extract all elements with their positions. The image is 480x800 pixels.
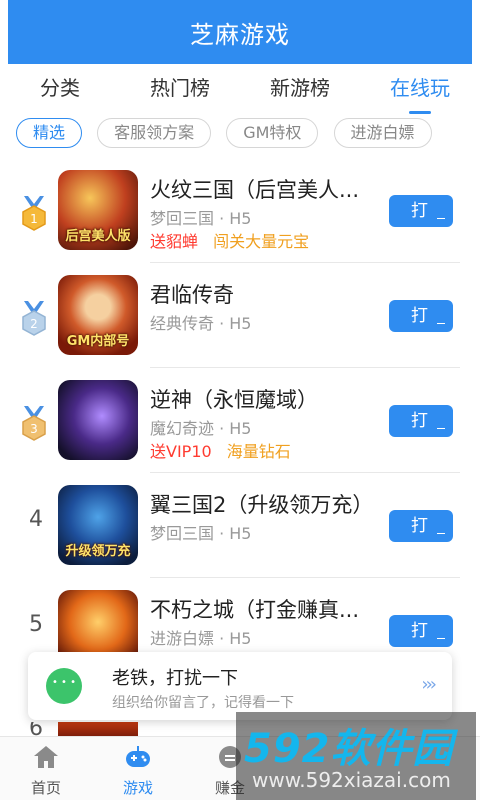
page-title: 芝麻游戏: [190, 20, 290, 49]
chip-service-plan[interactable]: 客服领方案: [97, 118, 212, 148]
rank-number: 5: [29, 612, 43, 637]
message-toast[interactable]: 老铁，打扰一下 组织给你留言了，记得看一下 ›››: [28, 652, 452, 720]
watermark: 592软件园 www.592xiazai.com: [236, 712, 476, 800]
promo-tag: 闯关大量元宝: [213, 232, 310, 251]
thumbnail-caption: 升级领万充: [65, 544, 131, 559]
game-meta: 梦回三国 · H5: [150, 524, 252, 543]
filter-chips: 精选 客服领方案 GM特权 进游白嫖: [0, 118, 480, 152]
double-chevron-right-icon[interactable]: ›››: [421, 674, 437, 695]
nav-label: 首页: [30, 779, 61, 797]
play-button[interactable]: 打: [389, 615, 453, 647]
top-tabs: 分类 热门榜 新游榜 在线玩: [0, 64, 480, 116]
play-button[interactable]: 打: [389, 510, 453, 542]
tab-category[interactable]: 分类: [0, 64, 120, 116]
game-title: 不朽之城（打金赚真...: [150, 598, 360, 622]
game-thumbnail[interactable]: 后宫美人版: [58, 170, 138, 250]
game-tags: 送貂蝉 闯关大量元宝: [150, 228, 309, 252]
play-button[interactable]: 打: [389, 195, 453, 227]
svg-text:3: 3: [30, 422, 38, 436]
game-meta: 魔幻奇迹 · H5: [150, 419, 252, 438]
svg-text:2: 2: [30, 317, 38, 331]
tab-online-play[interactable]: 在线玩: [360, 64, 480, 116]
gold-medal-icon: 1: [22, 196, 46, 231]
game-title: 翼三国2（升级领万充）: [150, 493, 374, 517]
game-thumbnail[interactable]: [58, 380, 138, 460]
promo-tag: 送VIP10: [150, 442, 212, 461]
play-button[interactable]: 打: [389, 300, 453, 332]
tab-hot-ranking[interactable]: 热门榜: [120, 64, 240, 116]
nav-games[interactable]: 游戏: [92, 737, 184, 800]
chip-gm-privilege[interactable]: GM特权: [226, 118, 319, 148]
game-thumbnail[interactable]: 升级领万充: [58, 485, 138, 565]
nav-home[interactable]: 首页: [0, 737, 92, 800]
game-list: 1 后宫美人版 火纹三国（后宫美人... 梦回三国 · H5 送貂蝉 闯关大量元…: [0, 158, 480, 683]
game-title: 逆神（永恒魔域）: [150, 388, 318, 412]
game-meta: 进游白嫖 · H5: [150, 629, 252, 648]
game-title: 君临传奇: [150, 283, 234, 307]
game-row[interactable]: 4 升级领万充 翼三国2（升级领万充） 梦回三国 · H5 打: [0, 473, 480, 578]
bronze-medal-icon: 3: [22, 406, 46, 441]
promo-tag: 送貂蝉: [150, 232, 199, 251]
game-row[interactable]: 2 GM内部号 君临传奇 经典传奇 · H5 打: [0, 263, 480, 368]
play-button[interactable]: 打: [389, 405, 453, 437]
chat-bubble-icon: [46, 668, 82, 704]
svg-text:1: 1: [30, 212, 38, 226]
home-icon: [34, 746, 58, 768]
watermark-url: www.592xiazai.com: [252, 768, 451, 792]
game-meta: 梦回三国 · H5: [150, 209, 252, 228]
nav-label: 游戏: [122, 779, 153, 797]
toast-subtitle: 组织给你留言了，记得看一下: [112, 695, 294, 711]
chip-featured[interactable]: 精选: [16, 118, 83, 148]
tab-new-ranking[interactable]: 新游榜: [240, 64, 360, 116]
game-row[interactable]: 3 逆神（永恒魔域） 魔幻奇迹 · H5 送VIP10 海量钻石 打: [0, 368, 480, 473]
game-thumbnail[interactable]: GM内部号: [58, 275, 138, 355]
promo-tag: 海量钻石: [226, 442, 291, 461]
silver-medal-icon: 2: [22, 301, 46, 336]
watermark-logo: 592软件园: [244, 726, 454, 772]
rank-number: 4: [29, 507, 43, 532]
thumbnail-caption: GM内部号: [66, 334, 130, 349]
game-title: 火纹三国（后宫美人...: [150, 178, 360, 202]
game-tags: 送VIP10 海量钻石: [150, 438, 291, 462]
game-meta: 经典传奇 · H5: [150, 314, 252, 333]
thumbnail-caption: 后宫美人版: [65, 229, 131, 244]
chip-free-play[interactable]: 进游白嫖: [333, 118, 432, 148]
app-header: 芝麻游戏: [8, 0, 472, 64]
toast-title: 老铁，打扰一下: [112, 668, 238, 689]
game-row[interactable]: 1 后宫美人版 火纹三国（后宫美人... 梦回三国 · H5 送貂蝉 闯关大量元…: [0, 158, 480, 263]
gamepad-icon: [126, 746, 150, 767]
